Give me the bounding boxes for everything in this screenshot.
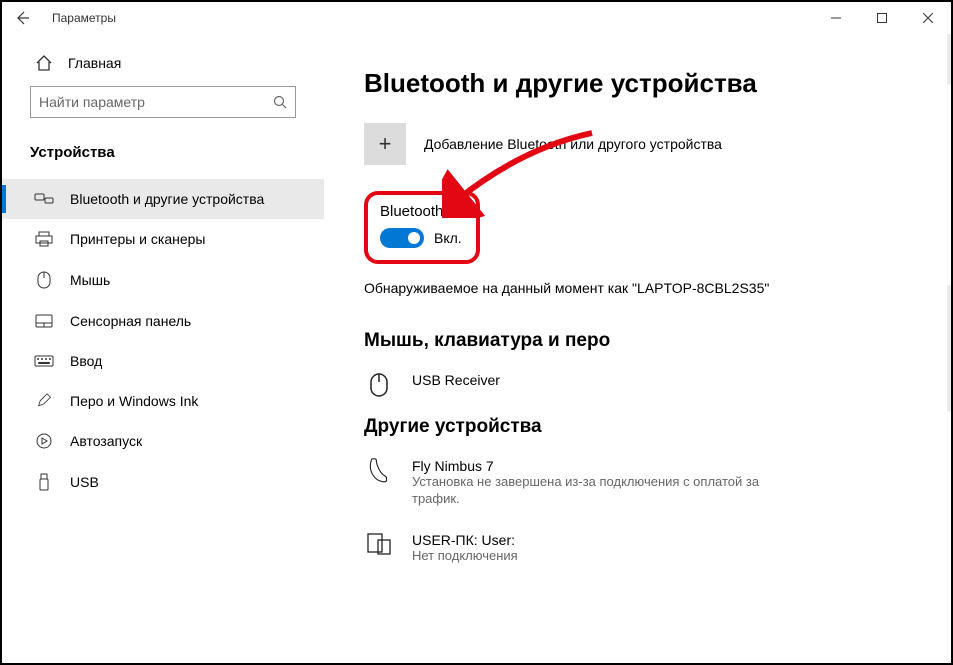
autoplay-icon [34,433,54,449]
plus-icon: + [364,123,406,165]
section-mouse-kb-pen: Мышь, клавиатура и перо [364,330,931,352]
main-content: Bluetooth и другие устройства + Добавлен… [324,34,951,663]
section-other-devices: Другие устройства [364,416,931,438]
sidebar-item-typing[interactable]: Ввод [2,341,324,381]
sidebar-item-label: Мышь [70,272,110,288]
nav-list: Bluetooth и другие устройства Принтеры и… [2,179,324,503]
device-fly-nimbus[interactable]: Fly Nimbus 7 Установка не завершена из-з… [364,452,931,526]
bluetooth-state-label: Вкл. [434,230,462,246]
sidebar-item-bluetooth[interactable]: Bluetooth и другие устройства [2,179,324,219]
sidebar-item-label: USB [70,474,99,490]
sidebar-item-touchpad[interactable]: Сенсорная панель [2,301,324,341]
phone-icon [364,458,394,486]
page-title: Bluetooth и другие устройства [364,68,931,99]
sidebar-item-printers[interactable]: Принтеры и сканеры [2,219,324,259]
add-device-button[interactable]: + Добавление Bluetooth или другого устро… [364,123,931,165]
sidebar-item-autoplay[interactable]: Автозапуск [2,421,324,461]
category-label: Устройства [2,126,324,171]
sidebar-item-label: Принтеры и сканеры [70,231,205,247]
usb-icon [34,473,54,491]
device-usb-receiver[interactable]: USB Receiver [364,366,931,416]
sidebar-item-pen[interactable]: Перо и Windows Ink [2,381,324,421]
mouse-icon [364,372,394,398]
window-title: Параметры [52,11,116,25]
mouse-icon [34,271,54,289]
device-name: USB Receiver [412,372,500,388]
search-icon [273,95,287,109]
search-input[interactable] [39,94,273,110]
sidebar-item-label: Ввод [70,353,102,369]
minimize-button[interactable] [813,2,859,34]
home-icon [34,54,54,72]
sidebar-item-label: Перо и Windows Ink [70,393,198,409]
sidebar-item-usb[interactable]: USB [2,461,324,503]
add-device-label: Добавление Bluetooth или другого устройс… [424,136,722,152]
touchpad-icon [34,314,54,328]
printer-icon [34,231,54,247]
window-controls [813,2,951,34]
device-name: USER-ПК: User: [412,532,518,548]
bluetooth-devices-icon [34,191,54,207]
back-button[interactable] [14,10,38,26]
maximize-button[interactable] [859,2,905,34]
sidebar-item-mouse[interactable]: Мышь [2,259,324,301]
device-subtext: Установка не завершена из-за подключения… [412,474,772,508]
discoverable-text: Обнаруживаемое на данный момент как "LAP… [364,280,931,296]
bluetooth-section-label: Bluetooth [380,203,462,220]
device-name: Fly Nimbus 7 [412,458,772,474]
search-box[interactable] [30,86,296,118]
sidebar-item-label: Bluetooth и другие устройства [70,191,264,207]
settings-window: Параметры Главная [0,0,953,665]
device-user-pc[interactable]: USER-ПК: User: Нет подключения [364,526,931,583]
titlebar: Параметры [2,2,951,34]
pc-icon [364,532,394,556]
bluetooth-highlight: Bluetooth Вкл. [364,191,480,264]
close-button[interactable] [905,2,951,34]
scrollbar[interactable] [947,34,951,663]
device-subtext: Нет подключения [412,548,518,565]
sidebar-item-label: Сенсорная панель [70,313,191,329]
bluetooth-toggle[interactable] [380,228,424,248]
home-button[interactable]: Главная [2,44,324,82]
home-label: Главная [68,55,121,71]
sidebar-item-label: Автозапуск [70,433,142,449]
sidebar: Главная Устройства Bluetooth и другие ус… [2,34,324,663]
pen-icon [34,393,54,409]
keyboard-icon [34,355,54,367]
